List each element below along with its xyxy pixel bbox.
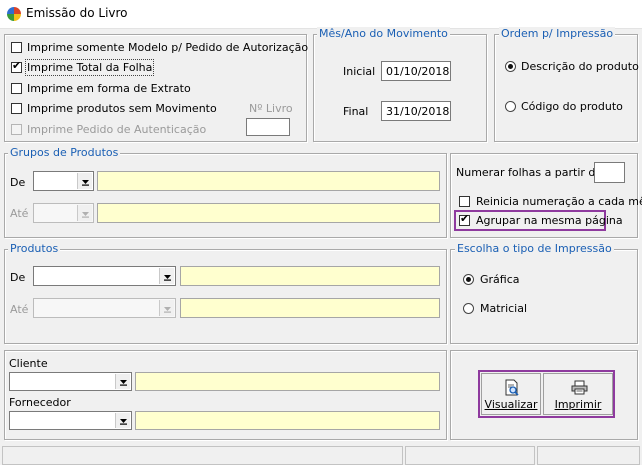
ordem-legend: Ordem p/ Impressão (499, 27, 616, 40)
imprimir-label: Imprimir (554, 398, 602, 411)
status-bar-panel-2 (405, 446, 535, 465)
check-icon: ✔ (460, 212, 470, 225)
preview-icon (505, 379, 519, 396)
visualizar-label: Visualizar (484, 398, 538, 411)
grupos-legend: Grupos de Produtos (8, 146, 121, 159)
produtos-ate-combo[interactable] (33, 298, 176, 318)
inicial-date-input[interactable]: 01/10/2018 (381, 61, 451, 81)
matricial-label[interactable]: Matricial (480, 302, 527, 315)
ordem-frame (494, 34, 638, 142)
ordem-codigo-label[interactable]: Código do produto (521, 100, 623, 113)
total-folha-checkbox[interactable]: ✔ (11, 59, 22, 73)
grupos-ate-combo[interactable] (33, 203, 94, 223)
reinicia-checkbox[interactable] (459, 196, 470, 207)
app-icon (7, 7, 21, 21)
cliente-combo[interactable] (9, 372, 132, 391)
periodo-legend: Mês/Ano do Movimento (317, 27, 450, 40)
n-livro-input[interactable] (246, 118, 290, 136)
dropdown-arrow-icon[interactable] (77, 205, 92, 221)
ordem-descricao-label[interactable]: Descrição do produto (521, 60, 639, 73)
autenticacao-label: Imprime Pedido de Autenticação (27, 123, 207, 136)
extrato-label[interactable]: Imprime em forma de Extrato (27, 82, 191, 95)
produtos-ate-description (180, 298, 440, 318)
grupos-frame (4, 153, 447, 238)
window-title: Emissão do Livro (26, 6, 128, 20)
visualizar-button[interactable]: Visualizar (481, 373, 541, 415)
periodo-frame (313, 34, 487, 142)
total-folha-label[interactable]: Imprime Total da Folha (24, 59, 155, 76)
inicial-label: Inicial (343, 65, 376, 78)
produtos-de-description (180, 266, 440, 286)
sem-movimento-checkbox[interactable] (11, 103, 22, 114)
dropdown-arrow-icon[interactable] (159, 268, 174, 284)
sem-movimento-label[interactable]: Imprime produtos sem Movimento (27, 102, 217, 115)
radio-dot-icon (508, 64, 513, 69)
agrupar-checkbox[interactable]: ✔ (459, 212, 470, 226)
dropdown-arrow-icon[interactable] (115, 413, 130, 428)
reinicia-label[interactable]: Reinicia numeração a cada mês (476, 195, 642, 208)
tipo-impressao-legend: Escolha o tipo de Impressão (455, 242, 614, 255)
dropdown-arrow-icon[interactable] (159, 300, 174, 316)
imprimir-button[interactable]: Imprimir (543, 373, 613, 415)
printer-icon (571, 380, 588, 395)
matricial-radio[interactable] (463, 303, 474, 314)
produtos-legend: Produtos (8, 242, 61, 255)
cliente-label: Cliente (9, 357, 48, 370)
n-livro-label: Nº Livro (249, 102, 293, 115)
fornecedor-name (135, 411, 440, 430)
status-bar-panel-1 (2, 446, 403, 465)
produtos-ate-label: Até (10, 303, 29, 316)
tipo-impressao-frame (450, 249, 638, 344)
autenticacao-checkbox[interactable] (11, 124, 22, 135)
grupos-ate-description (97, 203, 440, 223)
produtos-frame (4, 249, 447, 344)
numerar-label: Numerar folhas a partir de (456, 166, 603, 179)
dropdown-arrow-icon[interactable] (77, 173, 92, 189)
agrupar-label[interactable]: Agrupar na mesma página (476, 214, 623, 227)
grupos-ate-label: Até (10, 207, 29, 220)
dropdown-arrow-icon[interactable] (115, 374, 130, 389)
grupos-de-combo[interactable] (33, 171, 94, 191)
modelo-label[interactable]: Imprime somente Modelo p/ Pedido de Auto… (27, 41, 308, 54)
check-icon: ✔ (12, 59, 22, 72)
produtos-de-label: De (10, 271, 26, 284)
final-date-input[interactable]: 31/10/2018 (381, 101, 451, 121)
cliente-name (135, 372, 440, 391)
extrato-checkbox[interactable] (11, 83, 22, 94)
grupos-de-label: De (10, 176, 26, 189)
radio-dot-icon (466, 277, 471, 282)
ordem-codigo-radio[interactable] (505, 101, 516, 112)
title-bar: Emissão do Livro (0, 0, 642, 29)
grafica-radio[interactable] (463, 274, 474, 285)
final-label: Final (343, 105, 369, 118)
fornecedor-label: Fornecedor (9, 396, 71, 409)
fornecedor-combo[interactable] (9, 411, 132, 430)
produtos-de-combo[interactable] (33, 266, 176, 286)
ordem-descricao-radio[interactable] (505, 61, 516, 72)
grupos-de-description (97, 171, 440, 191)
status-bar-panel-3 (537, 446, 640, 465)
numerar-input[interactable] (594, 162, 625, 183)
grafica-label[interactable]: Gráfica (480, 273, 520, 286)
modelo-checkbox[interactable] (11, 42, 22, 53)
